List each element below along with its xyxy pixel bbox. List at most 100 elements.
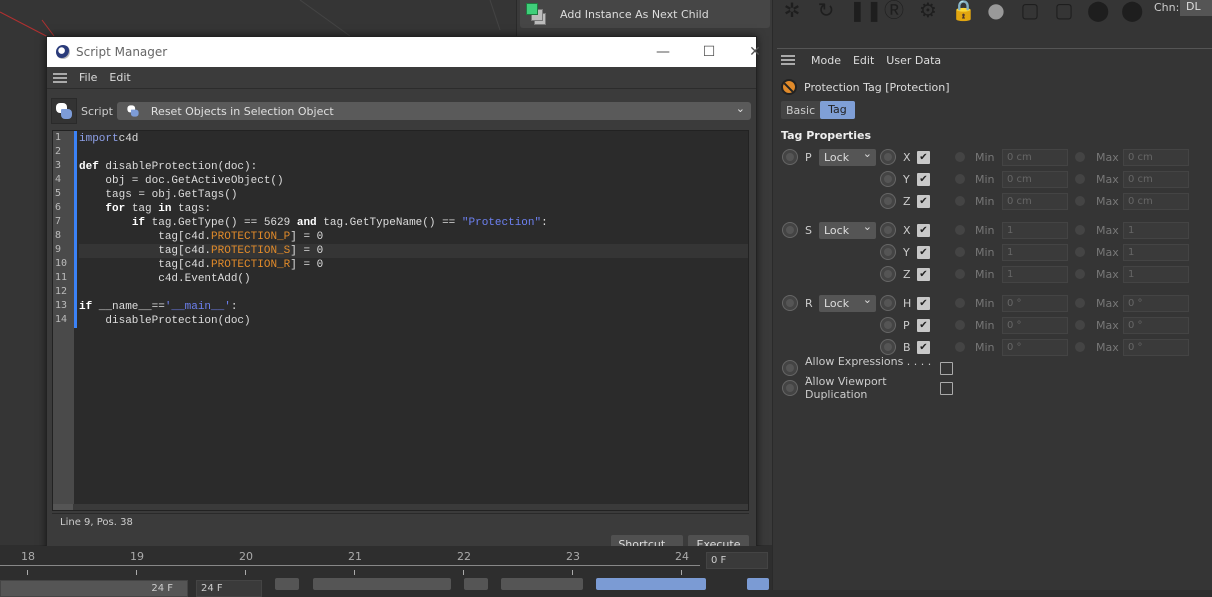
code-line[interactable]: tag[c4d.PROTECTION_P] = 0 [79,230,748,244]
max-field[interactable]: 1 [1123,221,1189,239]
maximize-button[interactable]: ☐ [686,37,732,67]
min-field[interactable]: 1 [1002,265,1068,283]
gear-icon[interactable]: ⚙ [917,0,939,20]
animate-dot[interactable] [955,342,965,352]
pause-icon[interactable]: ❚❚ [849,0,883,20]
axis-checkbox[interactable]: ✔ [917,296,930,310]
go-to-end-button[interactable] [464,578,488,590]
script-select[interactable]: Reset Objects in Selection Object ⌄ [116,102,751,120]
animate-radio[interactable] [881,150,895,164]
animate-radio[interactable] [783,381,797,395]
tab-basic[interactable]: Basic [781,104,820,117]
code-line[interactable]: tag[c4d.PROTECTION_S] = 0 [79,244,748,258]
go-to-start-button[interactable] [275,578,299,590]
end-frame-slider[interactable]: 24 F [0,580,188,597]
code-line[interactable]: if tag.GetType() == 5629 and tag.GetType… [79,216,748,230]
animate-dot[interactable] [1075,196,1085,206]
max-frame-field[interactable]: 24 F [196,580,262,597]
menu-user-data[interactable]: User Data [886,54,941,67]
min-field[interactable]: 1 [1002,221,1068,239]
min-field[interactable]: 0 cm [1002,148,1068,166]
animate-dot[interactable] [1075,225,1085,235]
horizontal-scrollbar[interactable] [53,504,748,510]
mode-select[interactable]: Lock [819,293,876,312]
code-line[interactable]: obj = doc.GetActiveObject() [79,174,748,188]
min-field[interactable]: 0 ° [1002,316,1068,334]
allow-viewport-duplication-checkbox[interactable] [940,381,953,395]
current-frame-field[interactable]: 0 F [706,552,768,569]
animate-dot[interactable] [1075,174,1085,184]
animate-dot[interactable] [1075,298,1085,308]
animate-radio[interactable] [783,296,797,310]
axis-checkbox[interactable]: ✔ [917,245,930,259]
code-line[interactable]: def disableProtection(doc): [79,160,748,174]
record-buttons[interactable] [501,578,583,590]
animate-radio[interactable] [881,223,895,237]
code-editor[interactable]: 1 importc4d 2 3 def disableProtection(doc): 4… [52,130,749,511]
m-marker-icon[interactable]: ⬤ [1121,0,1143,20]
add-instance-button[interactable]: Add Instance As Next Child [520,0,770,28]
min-field[interactable]: 0 cm [1002,170,1068,188]
animate-dot[interactable] [955,152,965,162]
max-field[interactable]: 1 [1123,265,1189,283]
timeline[interactable]: 18 19 20 21 22 23 24 0 F 24 F 24 F [0,546,772,597]
code-line[interactable]: tags = obj.GetTags() [79,188,748,202]
menu-mode[interactable]: Mode [811,54,841,67]
tab-tag[interactable]: Tag [820,101,855,119]
max-field[interactable]: 0 cm [1123,170,1189,188]
animate-radio[interactable] [783,150,797,164]
animate-radio[interactable] [783,223,797,237]
code-line[interactable]: c4d.EventAdd() [79,272,748,286]
animate-radio[interactable] [881,296,895,310]
axis-checkbox[interactable]: ✔ [917,267,930,281]
axis-checkbox[interactable]: ✔ [917,150,930,164]
animate-dot[interactable] [1075,320,1085,330]
max-field[interactable]: 1 [1123,243,1189,261]
animate-dot[interactable] [1075,342,1085,352]
animate-dot[interactable] [1075,152,1085,162]
hamburger-icon[interactable] [53,72,67,83]
axis-checkbox[interactable]: ✔ [917,172,930,186]
mode-select[interactable]: Lock [819,147,876,166]
animate-radio[interactable] [881,194,895,208]
animate-radio[interactable] [881,172,895,186]
max-field[interactable]: 0 cm [1123,148,1189,166]
key-mode-buttons[interactable] [596,578,706,590]
frame-icon[interactable]: ▢ [1019,0,1041,20]
code-line[interactable]: if __name__=='__main__': [79,300,748,314]
render-icon[interactable]: Ⓡ [883,0,905,20]
animate-radio[interactable] [881,340,895,354]
max-field[interactable]: 0 ° [1123,338,1189,356]
code-line[interactable]: importc4d [79,132,748,146]
title-bar[interactable]: Script Manager — ☐ ✕ [47,37,761,67]
animate-dot[interactable] [1075,247,1085,257]
max-field[interactable]: 0 ° [1123,294,1189,312]
xpresso-icon[interactable]: ✲ [781,0,803,20]
menu-file[interactable]: File [79,71,97,84]
code-line[interactable]: tag[c4d.PROTECTION_R] = 0 [79,258,748,272]
animate-dot[interactable] [1075,269,1085,279]
animate-dot[interactable] [955,174,965,184]
animate-dot[interactable] [955,269,965,279]
max-field[interactable]: 0 ° [1123,316,1189,334]
code-line[interactable] [79,146,748,160]
code-line[interactable] [79,286,748,300]
min-field[interactable]: 0 ° [1002,338,1068,356]
min-field[interactable]: 0 cm [1002,192,1068,210]
animate-radio[interactable] [881,245,895,259]
code-line[interactable]: disableProtection(doc) [79,314,748,328]
refresh-icon[interactable]: ↻ [815,0,837,20]
animate-radio[interactable] [881,318,895,332]
axis-checkbox[interactable]: ✔ [917,223,930,237]
minimize-button[interactable]: — [640,37,686,67]
frame2-icon[interactable]: ▢ [1053,0,1075,20]
mode-select[interactable]: Lock [819,220,876,239]
axis-checkbox[interactable]: ✔ [917,318,930,332]
code-line[interactable]: for tag in tags: [79,202,748,216]
material-sphere-icon[interactable]: ● [985,0,1007,20]
lock-icon[interactable]: 🔒 [951,0,976,20]
film-icon[interactable] [747,578,769,590]
animate-dot[interactable] [955,320,965,330]
animate-radio[interactable] [881,267,895,281]
max-field[interactable]: 0 cm [1123,192,1189,210]
